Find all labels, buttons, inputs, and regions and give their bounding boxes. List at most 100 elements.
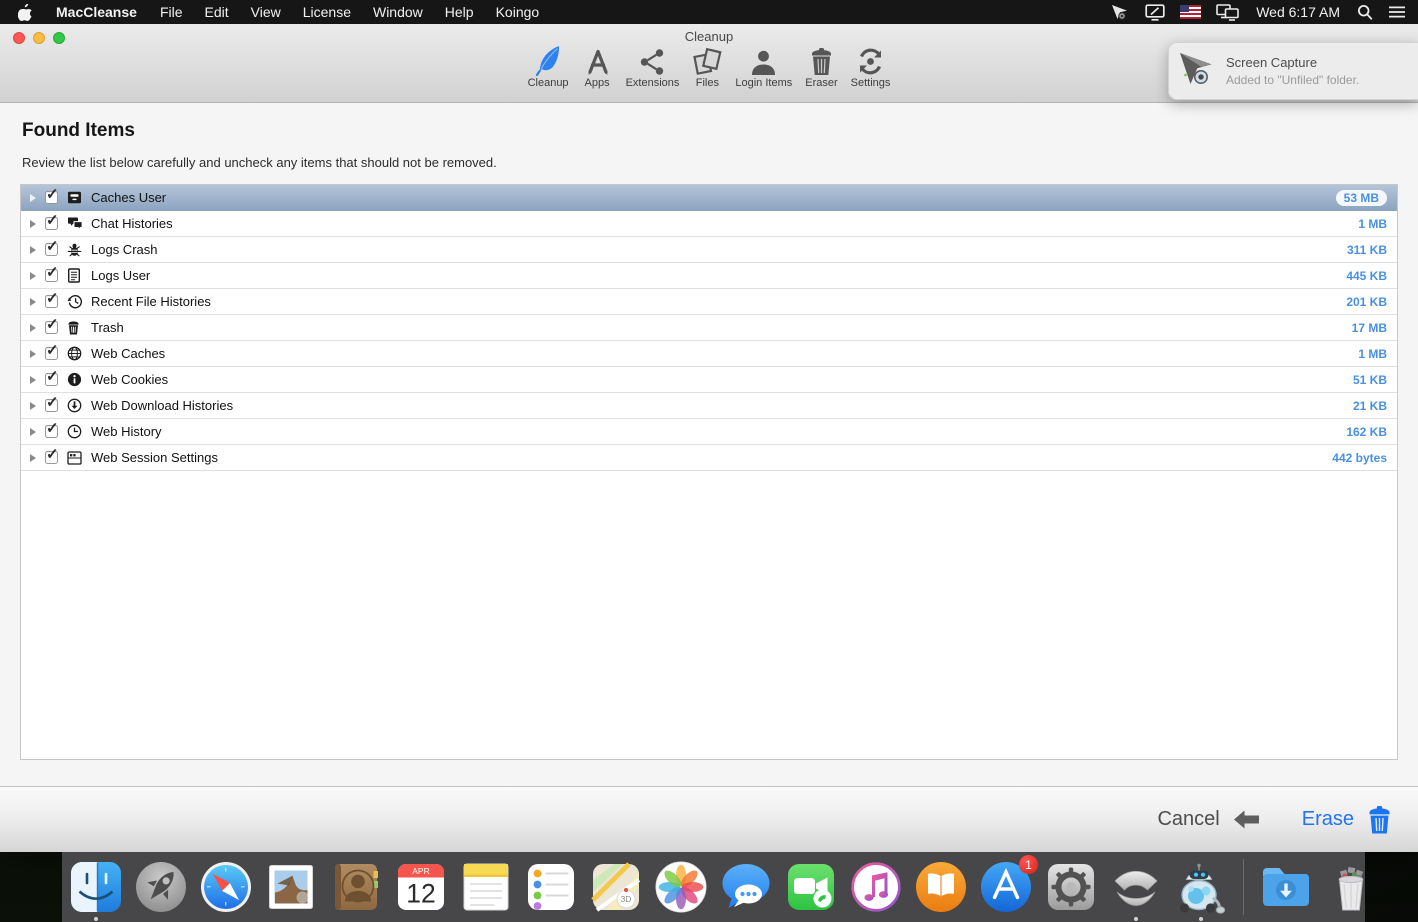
disclosure-triangle-icon[interactable] bbox=[30, 454, 36, 462]
disclosure-triangle-icon[interactable] bbox=[30, 194, 36, 202]
menu-bar-clock[interactable]: Wed 6:17 AM bbox=[1256, 4, 1340, 20]
item-checkbox[interactable]: ✓ bbox=[45, 451, 58, 464]
dock-facetime-icon[interactable] bbox=[782, 858, 840, 916]
disclosure-triangle-icon[interactable] bbox=[30, 350, 36, 358]
list-item[interactable]: ✓Web Caches1 MB bbox=[21, 341, 1397, 367]
erase-trash-icon bbox=[1367, 806, 1392, 834]
item-label: Trash bbox=[91, 320, 124, 335]
dock-safari-icon[interactable] bbox=[197, 858, 255, 916]
display-edit-status-icon[interactable] bbox=[1145, 4, 1165, 21]
disclosure-triangle-icon[interactable] bbox=[30, 272, 36, 280]
dock-maccleanse-icon[interactable] bbox=[1172, 858, 1230, 916]
disclosure-triangle-icon[interactable] bbox=[30, 220, 36, 228]
list-item[interactable]: ✓Caches User53 MB bbox=[21, 185, 1397, 211]
list-item[interactable]: ✓Recent File Histories201 KB bbox=[21, 289, 1397, 315]
dock-contacts-icon[interactable] bbox=[327, 858, 385, 916]
toolbar-cleanup[interactable]: Cleanup bbox=[528, 45, 569, 89]
displays-status-icon[interactable] bbox=[1216, 4, 1239, 21]
menu-view[interactable]: View bbox=[240, 4, 292, 20]
close-button[interactable] bbox=[13, 32, 25, 44]
toolbar-settings[interactable]: Settings bbox=[851, 45, 891, 89]
menu-koingo[interactable]: Koingo bbox=[485, 4, 551, 20]
disclosure-triangle-icon[interactable] bbox=[30, 428, 36, 436]
download-circle-icon bbox=[67, 398, 84, 413]
dock-calendar-icon[interactable]: APR12 bbox=[392, 858, 450, 916]
dock-ibooks-icon[interactable] bbox=[912, 858, 970, 916]
list-item[interactable]: ✓Web Download Histories21 KB bbox=[21, 393, 1397, 419]
apple-menu-icon[interactable] bbox=[12, 4, 44, 21]
notification-center-icon[interactable] bbox=[1388, 5, 1406, 19]
menu-file[interactable]: File bbox=[149, 4, 194, 20]
disclosure-triangle-icon[interactable] bbox=[30, 246, 36, 254]
dock-maps-icon[interactable]: 3D bbox=[587, 858, 645, 916]
item-label: Web Session Settings bbox=[91, 450, 218, 465]
dock-silver-app-icon[interactable] bbox=[1107, 858, 1165, 916]
erase-button[interactable]: Erase bbox=[1302, 806, 1392, 834]
menu-license[interactable]: License bbox=[292, 4, 362, 20]
notification-title: Screen Capture bbox=[1226, 55, 1359, 70]
disclosure-triangle-icon[interactable] bbox=[30, 324, 36, 332]
item-checkbox[interactable]: ✓ bbox=[45, 243, 58, 256]
chat-bubbles-icon bbox=[67, 216, 84, 231]
dock-photos-icon[interactable] bbox=[652, 858, 710, 916]
dock-reminders-icon[interactable] bbox=[522, 858, 580, 916]
us-flag-icon[interactable] bbox=[1180, 5, 1201, 19]
toolbar-login-items[interactable]: Login Items bbox=[735, 45, 792, 89]
item-size: 21 KB bbox=[1353, 399, 1397, 413]
toolbar-files[interactable]: Files bbox=[692, 45, 722, 89]
list-item[interactable]: ✓Web Session Settings442 bytes bbox=[21, 445, 1397, 471]
disclosure-triangle-icon[interactable] bbox=[30, 376, 36, 384]
notification-message: Added to "Unfiled" folder. bbox=[1226, 73, 1359, 87]
item-checkbox[interactable]: ✓ bbox=[45, 399, 58, 412]
list-item[interactable]: ✓Web History162 KB bbox=[21, 419, 1397, 445]
disclosure-triangle-icon[interactable] bbox=[30, 402, 36, 410]
menu-app-name[interactable]: MacCleanse bbox=[44, 4, 149, 20]
list-item[interactable]: ✓Logs User445 KB bbox=[21, 263, 1397, 289]
list-item[interactable]: ✓Trash17 MB bbox=[21, 315, 1397, 341]
dock-finder-icon[interactable] bbox=[67, 858, 125, 916]
item-checkbox[interactable]: ✓ bbox=[45, 347, 58, 360]
traffic-lights bbox=[13, 32, 65, 44]
item-checkbox[interactable]: ✓ bbox=[45, 295, 58, 308]
minimize-button[interactable] bbox=[33, 32, 45, 44]
bug-icon bbox=[67, 242, 84, 257]
list-item[interactable]: ✓Logs Crash311 KB bbox=[21, 237, 1397, 263]
list-item[interactable]: ✓Web Cookies51 KB bbox=[21, 367, 1397, 393]
notification-banner[interactable]: Screen Capture Added to "Unfiled" folder… bbox=[1168, 42, 1418, 100]
dock-downloads-icon[interactable] bbox=[1257, 858, 1315, 916]
item-checkbox[interactable]: ✓ bbox=[45, 425, 58, 438]
dock-mail-icon[interactable] bbox=[262, 858, 320, 916]
globe-icon bbox=[67, 346, 84, 361]
dock-trash-full-icon[interactable] bbox=[1322, 858, 1380, 916]
dock: APR12 3D 1 bbox=[62, 852, 1365, 922]
dock-notes-icon[interactable] bbox=[457, 858, 515, 916]
dock-launchpad-icon[interactable] bbox=[132, 858, 190, 916]
toolbar-apps[interactable]: Apps bbox=[582, 45, 613, 89]
dock-itunes-icon[interactable] bbox=[847, 858, 905, 916]
item-label: Caches User bbox=[91, 190, 166, 205]
window-content: Found Items Review the list below carefu… bbox=[0, 103, 1418, 785]
item-checkbox[interactable]: ✓ bbox=[45, 321, 58, 334]
toolbar-extensions[interactable]: Extensions bbox=[626, 45, 680, 89]
menu-window[interactable]: Window bbox=[362, 4, 434, 20]
dock-app-store-icon[interactable]: 1 bbox=[977, 858, 1035, 916]
list-item[interactable]: ✓Chat Histories1 MB bbox=[21, 211, 1397, 237]
item-checkbox[interactable]: ✓ bbox=[45, 373, 58, 386]
item-size: 201 KB bbox=[1346, 295, 1397, 309]
zoom-button[interactable] bbox=[53, 32, 65, 44]
spotlight-search-icon[interactable] bbox=[1357, 4, 1373, 21]
disclosure-triangle-icon[interactable] bbox=[30, 298, 36, 306]
item-label: Web History bbox=[91, 424, 162, 439]
item-label: Web Caches bbox=[91, 346, 165, 361]
menu-edit[interactable]: Edit bbox=[194, 4, 240, 20]
dock-messages-icon[interactable] bbox=[717, 858, 775, 916]
item-checkbox[interactable]: ✓ bbox=[45, 269, 58, 282]
item-checkbox[interactable]: ✓ bbox=[45, 191, 58, 204]
toolbar-label: Login Items bbox=[735, 77, 792, 89]
cancel-button[interactable]: Cancel bbox=[1157, 808, 1259, 831]
item-checkbox[interactable]: ✓ bbox=[45, 217, 58, 230]
toolbar-eraser[interactable]: Eraser bbox=[805, 45, 837, 89]
screen-capture-status-icon[interactable] bbox=[1111, 4, 1130, 21]
dock-system-preferences-icon[interactable] bbox=[1042, 858, 1100, 916]
menu-help[interactable]: Help bbox=[434, 4, 485, 20]
